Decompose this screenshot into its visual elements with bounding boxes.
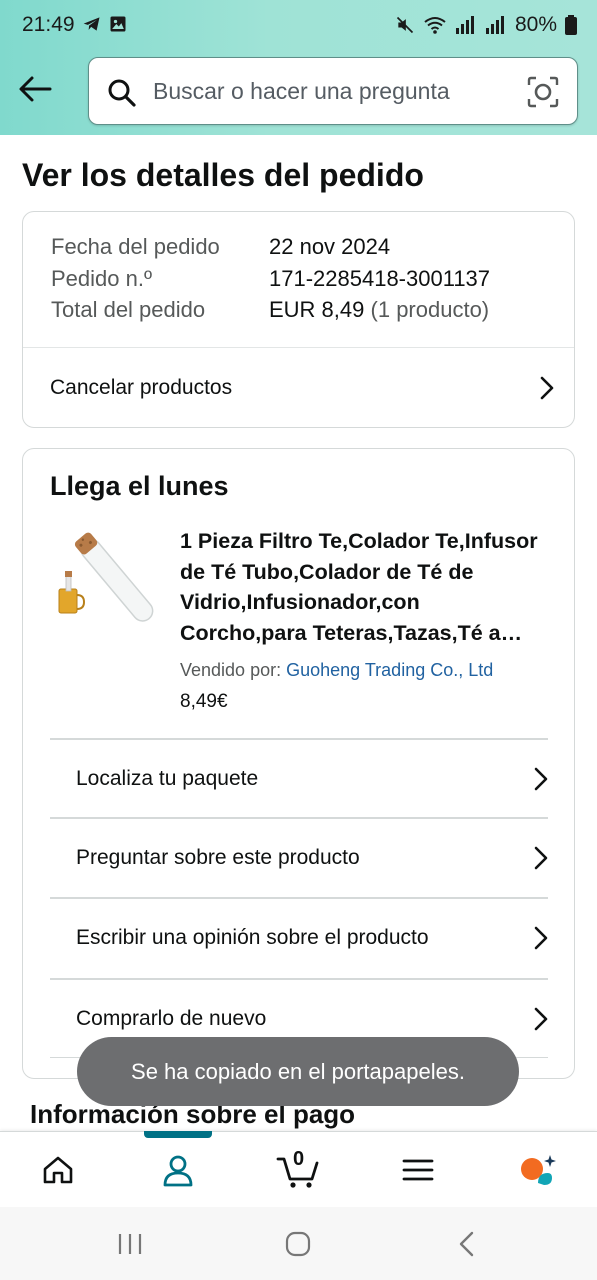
recent-apps-icon [118,1234,142,1254]
telegram-icon [83,17,100,31]
system-nav-bar [0,1207,597,1280]
order-total-label: Total del pedido [51,297,206,322]
app-header: 21:49 80% [0,0,597,135]
search-bar[interactable] [88,57,578,125]
seller-link[interactable]: Guoheng Trading Co., Ltd [286,660,493,680]
active-tab-indicator [144,1131,212,1138]
status-notification-icons [82,14,128,34]
mute-icon [396,16,414,34]
status-system-icons: 80% [395,13,577,37]
clipboard-toast: Se ha copiado en el portapapeles. [77,1037,519,1106]
home-circle-icon [285,1231,311,1257]
shipment-card: Llega el lunes 1 Pieza Filtro Te,Colador… [22,448,575,1079]
home-system-button[interactable] [268,1225,328,1263]
battery-icon [565,15,577,35]
action-label: Comprarlo de nuevo [76,1007,267,1030]
menu-icon [402,1159,434,1181]
cart-count: 0 [293,1148,305,1170]
chevron-right-icon [540,376,554,400]
recent-apps-button[interactable] [100,1225,160,1263]
cancel-products-label: Cancelar productos [50,376,233,399]
back-chevron-icon [459,1231,474,1257]
status-bar: 21:49 80% [0,0,597,52]
order-number-value[interactable]: 171-2285418-3001137 [269,266,490,292]
gallery-icon [110,16,126,32]
status-time: 21:49 [22,13,75,36]
nav-menu[interactable] [378,1132,458,1208]
sold-by-label: Vendido por: [180,660,282,680]
order-total-amount: EUR 8,49 [269,297,365,322]
arrival-status: Llega el lunes [50,471,229,501]
battery-percent: 80% [514,13,557,36]
order-number-label: Pedido n.º [51,266,152,291]
camera-lens-icon[interactable] [527,76,559,108]
product-title-link[interactable]: 1 Pieza Filtro Te,Colador Te,Infusor de … [180,526,550,648]
signal-2-icon [485,16,504,34]
ask-product-link[interactable]: Preguntar sobre este producto [76,819,548,897]
chevron-right-icon [534,767,548,791]
home-icon [43,1156,73,1184]
back-system-button[interactable] [436,1225,496,1263]
action-label: Localiza tu paquete [76,767,259,790]
chevron-right-icon [534,846,548,870]
product-price: 8,49€ [180,691,228,712]
user-icon [163,1155,193,1187]
wifi-icon [424,17,446,34]
write-review-link[interactable]: Escribir una opinión sobre el producto [76,899,548,977]
action-label: Escribir una opinión sobre el producto [76,926,429,949]
track-package-link[interactable]: Localiza tu paquete [76,740,548,818]
rufus-assistant-icon [521,1155,556,1185]
sold-by: Vendido por: Guoheng Trading Co., Ltd [180,660,493,681]
product-image[interactable] [53,523,163,633]
cancel-products-link[interactable]: Cancelar productos [50,348,554,428]
nav-rufus[interactable] [498,1132,578,1208]
back-arrow-icon [19,76,52,102]
search-input[interactable] [153,58,513,124]
chevron-right-icon [534,926,548,950]
nav-account[interactable] [138,1132,218,1208]
order-summary-card: Fecha del pedido 22 nov 2024 Pedido n.º … [22,211,575,428]
order-date-label: Fecha del pedido [51,234,220,259]
order-total-value: EUR 8,49 (1 producto) [269,297,489,323]
search-icon [108,79,136,107]
nav-home[interactable] [18,1132,98,1208]
back-button[interactable] [14,70,56,108]
order-date-value: 22 nov 2024 [269,234,391,259]
order-item-count: (1 producto) [370,297,490,322]
page-title: Ver los detalles del pedido [22,157,424,193]
signal-icon [455,16,474,34]
chevron-right-icon [534,1007,548,1031]
action-label: Preguntar sobre este producto [76,846,360,869]
